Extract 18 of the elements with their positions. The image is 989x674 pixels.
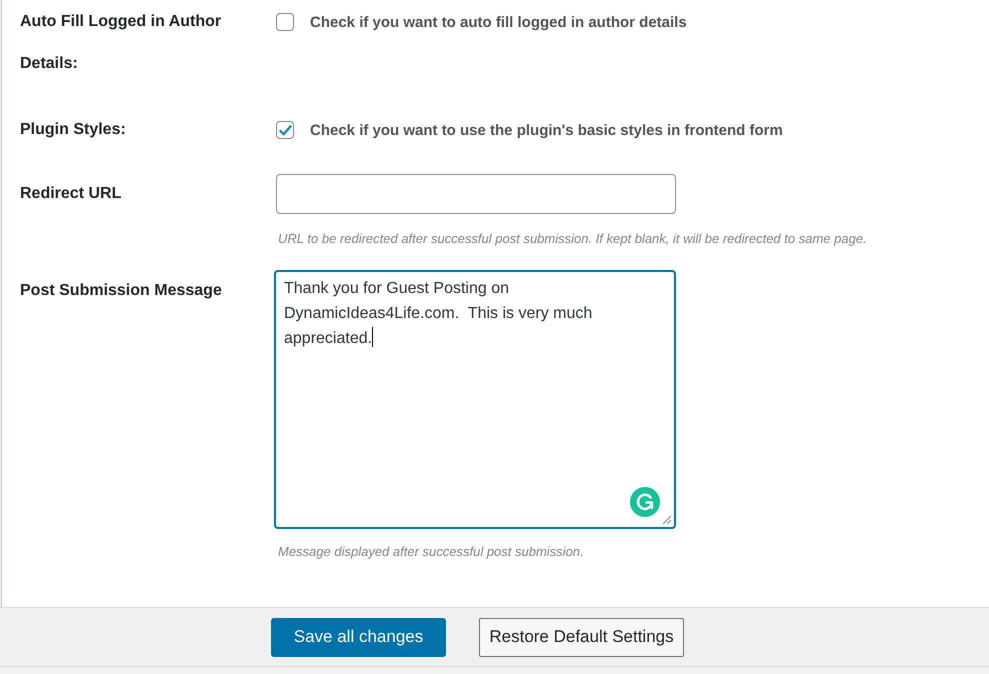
help-text: URL to be redirected after successful post submission. If kept blank, it will be redirected to same page. bbox=[277, 230, 867, 248]
resize-grip-icon[interactable] bbox=[662, 515, 671, 524]
checkmark-icon bbox=[278, 124, 292, 136]
message-textarea[interactable]: Thank you for Guest Posting on DynamicIdeas4Life.com. This is very much appreciated. bbox=[274, 270, 676, 529]
setting-label: Plugin Styles: bbox=[19, 120, 127, 140]
setting-label: Redirect URL bbox=[19, 184, 122, 204]
setting-label: Post Submission Message bbox=[19, 281, 223, 301]
checkbox-label[interactable]: Check if you want to use the plugin's basic styles in frontend form bbox=[310, 122, 783, 138]
checkbox[interactable] bbox=[276, 13, 294, 31]
save-button[interactable]: Save all changes bbox=[271, 618, 446, 656]
text-cursor bbox=[372, 327, 374, 347]
grammar-assistant-icon[interactable] bbox=[630, 487, 660, 517]
help-text: Message displayed after successful post submission. bbox=[277, 543, 585, 561]
checkbox[interactable] bbox=[276, 121, 294, 139]
setting-label: Auto Fill Logged in Author Details: bbox=[19, 12, 222, 74]
checkbox-label[interactable]: Check if you want to auto fill logged in author details bbox=[310, 14, 687, 30]
url-input-field[interactable] bbox=[276, 174, 676, 214]
restore-defaults-button[interactable]: Restore Default Settings bbox=[479, 618, 684, 656]
